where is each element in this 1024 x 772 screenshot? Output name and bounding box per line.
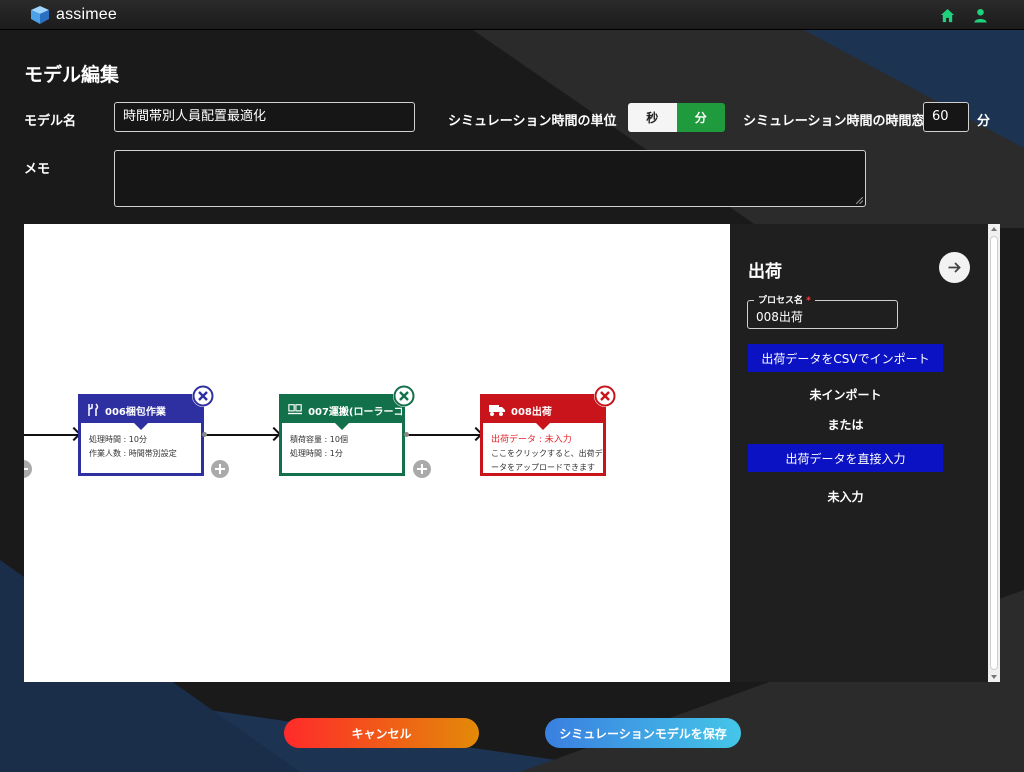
process-name-value: 008出荷 xyxy=(756,310,803,324)
delete-node-button[interactable] xyxy=(192,385,214,407)
process-name-label: プロセス名 * xyxy=(754,293,815,306)
process-node-packing[interactable]: 006梱包作業 処理時間 : 10分 作業人数 : 時間帯別設定 xyxy=(78,394,204,476)
time-unit-label: シミュレーション時間の単位 xyxy=(448,114,617,129)
panel-scrollbar[interactable] xyxy=(988,224,1000,682)
import-status: 未インポート xyxy=(809,388,882,402)
resize-handle-icon[interactable] xyxy=(856,197,863,204)
add-process-button[interactable] xyxy=(211,460,229,478)
node-warning: 出荷データ : 未入力 xyxy=(491,435,572,445)
direct-input-button[interactable]: 出荷データを直接入力 xyxy=(748,444,943,472)
process-detail-panel: 出荷 プロセス名 * 008出荷 出荷データをCSVでインポート 未インポート … xyxy=(730,224,988,682)
memo-label: メモ xyxy=(24,162,51,177)
truck-icon xyxy=(489,405,505,416)
node-detail: ータをアップロードできます xyxy=(491,463,595,472)
node-detail: 作業人数 : 時間帯別設定 xyxy=(89,449,177,458)
scrollbar-thumb[interactable] xyxy=(990,236,998,670)
node-port[interactable] xyxy=(202,432,207,437)
node-header: 007運搬(ローラーコ... xyxy=(282,397,402,430)
conveyor-icon xyxy=(288,404,303,415)
node-detail: 処理時間 : 1分 xyxy=(290,449,343,458)
process-name-label-text: プロセス名 xyxy=(758,296,804,306)
node-title: 008出荷 xyxy=(511,406,552,418)
time-window-input[interactable]: 60 xyxy=(923,102,969,132)
add-process-button[interactable] xyxy=(24,460,32,478)
close-icon xyxy=(594,385,616,407)
time-window-label: シミュレーション時間の時間窓 xyxy=(743,114,925,129)
save-model-button[interactable]: シミュレーションモデルを保存 xyxy=(545,718,741,748)
panel-next-button[interactable] xyxy=(939,252,970,283)
node-detail: 積荷容量 : 10個 xyxy=(290,435,348,444)
logo-cube-icon xyxy=(31,6,49,24)
page-title: モデル編集 xyxy=(24,64,120,86)
user-icon[interactable] xyxy=(973,8,988,23)
time-unit-seconds-option[interactable]: 秒 xyxy=(628,103,677,132)
close-icon xyxy=(393,385,415,407)
process-node-conveyor[interactable]: 007運搬(ローラーコ... 積荷容量 : 10個 処理時間 : 1分 xyxy=(279,394,405,476)
plus-icon xyxy=(24,464,28,474)
time-window-unit: 分 xyxy=(977,114,991,129)
scroll-down-icon[interactable] xyxy=(991,675,997,679)
model-name-label: モデル名 xyxy=(24,114,77,129)
model-name-input[interactable]: 時間帯別人員配置最適化 xyxy=(114,102,415,132)
node-detail: 処理時間 : 10分 xyxy=(89,435,147,444)
cancel-button[interactable]: キャンセル xyxy=(284,718,479,748)
flow-edge xyxy=(406,434,480,436)
app-logo[interactable]: assimee xyxy=(30,6,117,24)
plus-icon xyxy=(417,464,427,474)
app-name: assimee xyxy=(56,6,117,23)
home-icon[interactable] xyxy=(940,8,955,23)
flow-edge xyxy=(24,434,78,436)
top-bar: assimee xyxy=(0,0,1024,30)
required-mark: * xyxy=(806,296,811,306)
process-name-field[interactable]: プロセス名 * 008出荷 xyxy=(747,293,898,329)
add-process-button[interactable] xyxy=(413,460,431,478)
node-header: 006梱包作業 xyxy=(81,397,201,430)
node-title: 006梱包作業 xyxy=(105,406,166,418)
panel-title: 出荷 xyxy=(748,262,782,282)
flow-edge xyxy=(204,434,278,436)
delete-node-button[interactable] xyxy=(594,385,616,407)
arrow-right-icon xyxy=(948,262,961,273)
node-title: 007運搬(ローラーコ... xyxy=(308,406,402,418)
close-icon xyxy=(192,385,214,407)
or-text: または xyxy=(827,418,864,432)
delete-node-button[interactable] xyxy=(393,385,415,407)
time-unit-minutes-option[interactable]: 分 xyxy=(676,103,725,132)
process-node-shipping[interactable]: 008出荷 出荷データ : 未入力 ここをクリックすると、出荷デ ータをアップロ… xyxy=(480,394,606,476)
model-editor: 006梱包作業 処理時間 : 10分 作業人数 : 時間帯別設定 007運搬(ロ… xyxy=(24,224,1000,682)
csv-import-button[interactable]: 出荷データをCSVでインポート xyxy=(748,344,943,372)
node-detail: ここをクリックすると、出荷デ xyxy=(491,449,603,458)
time-unit-toggle: 秒 分 xyxy=(628,103,725,132)
flow-canvas[interactable]: 006梱包作業 処理時間 : 10分 作業人数 : 時間帯別設定 007運搬(ロ… xyxy=(24,224,730,682)
direct-input-status: 未入力 xyxy=(827,490,864,504)
scroll-up-icon[interactable] xyxy=(991,227,997,231)
memo-textarea[interactable] xyxy=(114,150,866,207)
node-header: 008出荷 xyxy=(483,397,603,430)
plus-icon xyxy=(215,464,225,474)
node-port[interactable] xyxy=(404,432,409,437)
tools-icon xyxy=(88,403,99,416)
